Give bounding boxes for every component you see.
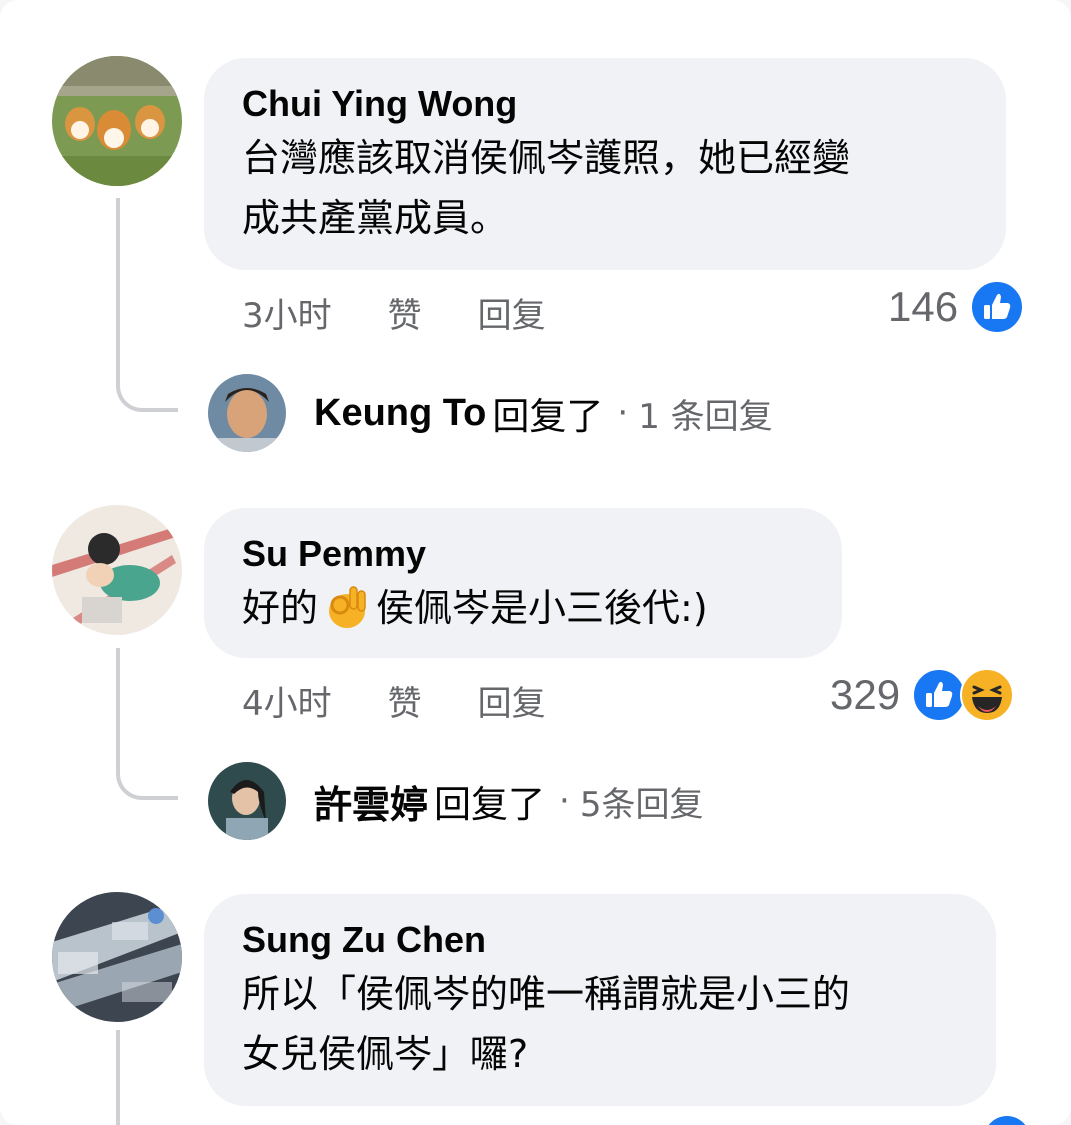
reply-button[interactable]: 回复 <box>478 676 546 725</box>
replier-name: Keung To <box>314 391 487 434</box>
avatar-replier <box>208 762 286 840</box>
reaction-count: 329 <box>830 671 901 718</box>
separator-dot: · <box>559 781 570 821</box>
comment-bubble: Sung Zu Chen 所以「侯佩岑的唯一稱謂就是小三的 女兒侯佩岑」囉? <box>204 894 996 1106</box>
comment-text-line: 女兒侯佩岑」囉? <box>242 1032 529 1076</box>
replied-verb: 回复了 <box>492 395 604 438</box>
comment-text-line: 台灣應該取消侯佩岑護照，她已經變 <box>242 136 851 180</box>
comment-text: 所以「侯佩岑的唯一稱謂就是小三的 女兒侯佩岑」囉? <box>242 964 958 1084</box>
avatar-sung-zu-chen[interactable] <box>52 892 182 1022</box>
like-icon <box>970 280 1025 334</box>
avatar-su-pemmy[interactable] <box>52 505 182 635</box>
comment-text-line: 成共產黨成員。 <box>242 196 509 240</box>
reaction-summary[interactable]: 146 <box>888 280 1025 334</box>
haha-icon <box>960 668 1015 722</box>
replied-verb: 回复了 <box>434 783 546 826</box>
like-button[interactable]: 赞 <box>388 676 422 725</box>
avatar-keung-to <box>208 374 286 452</box>
comment-timestamp[interactable]: 4小时 <box>242 676 332 725</box>
like-button[interactable]: 赞 <box>388 288 422 337</box>
comment-actions: 4小时 赞 回复 <box>242 676 546 725</box>
reaction-count: 146 <box>888 283 959 330</box>
replier-name: 許雲婷 <box>314 782 429 827</box>
comment-text: 台灣應該取消侯佩岑護照，她已經變 成共產黨成員。 <box>242 128 968 248</box>
like-icon <box>984 1116 1030 1125</box>
reply-count: 5条回复 <box>579 784 704 825</box>
comment-thread: Chui Ying Wong 台灣應該取消侯佩岑護照，她已經變 成共產黨成員。 … <box>0 0 1071 1125</box>
thread-connector <box>116 1030 178 1125</box>
comment-text-segment: 侯佩岑是小三後代:) <box>376 586 708 630</box>
reply-count: 1 条回复 <box>638 396 773 437</box>
like-icon <box>912 668 967 722</box>
reply-button[interactable]: 回复 <box>478 288 546 337</box>
comment-bubble: Su Pemmy 好的 侯佩岑是小三後代:) <box>204 508 842 658</box>
comment-actions: 3小时 赞 回复 <box>242 288 546 337</box>
comment-author[interactable]: Chui Ying Wong <box>242 82 968 126</box>
ok-hand-emoji <box>322 581 372 631</box>
separator-dot: · <box>617 393 629 433</box>
comment-text: 好的 侯佩岑是小三後代:) <box>242 578 804 638</box>
view-replies-link[interactable]: 許雲婷 回复了 · 5条回复 <box>208 762 703 840</box>
comment-author[interactable]: Su Pemmy <box>242 532 804 576</box>
comment-timestamp[interactable]: 3小时 <box>242 288 332 337</box>
comment-bubble: Chui Ying Wong 台灣應該取消侯佩岑護照，她已經變 成共產黨成員。 <box>204 58 1006 270</box>
view-replies-link[interactable]: Keung To 回复了 · 1 条回复 <box>208 374 773 452</box>
comment-author[interactable]: Sung Zu Chen <box>242 918 958 962</box>
comment-text-line: 所以「侯佩岑的唯一稱謂就是小三的 <box>242 972 851 1016</box>
avatar-chui-ying-wong[interactable] <box>52 56 182 186</box>
comment-text-segment: 好的 <box>242 586 319 630</box>
thread-connector <box>116 198 178 412</box>
reaction-summary[interactable]: 329 <box>830 668 1015 722</box>
thread-connector <box>116 648 178 800</box>
